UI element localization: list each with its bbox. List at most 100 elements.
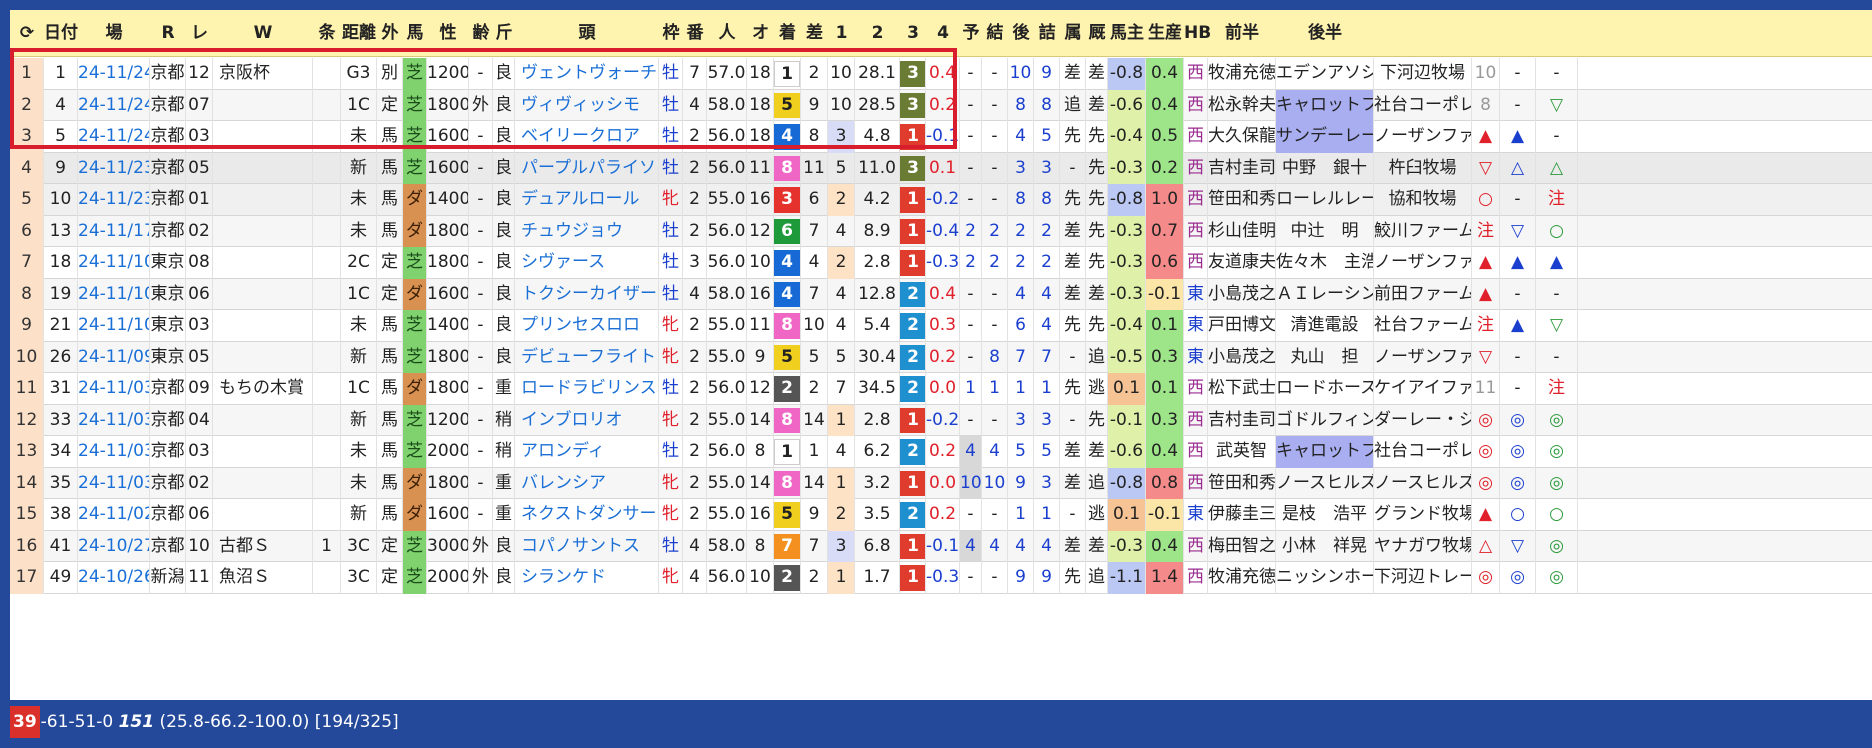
header-sa[interactable]: 4 <box>926 10 960 57</box>
cell-owner: キャロットフ <box>1276 436 1374 468</box>
cell-horse[interactable]: コパノサントス <box>515 530 659 562</box>
header-pop[interactable]: 1 <box>828 10 855 57</box>
waku-badge: 4 <box>774 124 800 150</box>
table-row[interactable]: 13 34 24-11/03 京都 03 未馬芝 2000- 稍アロンディ牡 2 56.0 8 1 1 4… <box>10 436 1872 468</box>
cell-chaku: 1 <box>900 467 926 499</box>
cell-date[interactable]: 24-11/03 <box>78 436 150 468</box>
cell-date[interactable]: 24-11/02 <box>78 499 150 531</box>
cell-race: もちの木賞 <box>213 373 313 405</box>
table-row[interactable]: 5 10 24-11/23 京都 01 未馬ダ 1400- 良デュアルロール牝 2 55.0 16 3… <box>10 184 1872 216</box>
table-row[interactable]: 8 19 24-11/10 東京 06 1C 定ダ 1600- 良トクシーカイザー牡 4 58.0 1… <box>10 278 1872 310</box>
cell-horse[interactable]: ベイリークロア <box>515 121 659 153</box>
cell-date[interactable]: 24-11/10 <box>78 278 150 310</box>
cell-horse[interactable]: シヴァース <box>515 247 659 279</box>
cell-horse[interactable]: チュウジョウ <box>515 215 659 247</box>
header-owner[interactable]: 後半 <box>1276 10 1374 57</box>
table-row[interactable]: 7 18 24-11/10 東京 08 2C 定芝 1800- 良シヴァース牡 3 56.0 10 4 4… <box>10 247 1872 279</box>
header-kin[interactable]: 人 <box>707 10 747 57</box>
cell-horse[interactable]: パープルパライソ <box>515 152 659 184</box>
table-row[interactable]: 10 26 24-11/09 東京 05 新馬芝 1800- 良デビューフライト牝 2 55.0 9… <box>10 341 1872 373</box>
header-zoku[interactable]: HB <box>1184 10 1211 57</box>
header-tsume[interactable]: 生産 <box>1146 10 1184 57</box>
cell-date[interactable]: 24-11/24 <box>78 58 150 90</box>
table-row[interactable]: 12 33 24-11/03 京都 04 新馬芝 1200- 稍インブロリオ牝 2 55.0 14 8… <box>10 404 1872 436</box>
header-going[interactable]: 斤量 <box>493 10 515 90</box>
cell-horse[interactable]: ネクストダンサー <box>515 499 659 531</box>
header-p2[interactable]: 結 <box>982 10 1008 57</box>
table-row[interactable]: 17 49 24-10/26 新潟 11 魚沼Ｓ 3C 定芝 2000 外良シランケド牝 4 56.0… <box>10 562 1872 594</box>
header-atosa[interactable]: 馬主 <box>1108 10 1146 57</box>
cell-date[interactable]: 24-11/24 <box>78 89 150 121</box>
header-stable[interactable]: 前半 <box>1208 10 1276 57</box>
table-row[interactable]: 14 35 24-11/03 京都 02 未馬ダ 1800- 重バレンシア牝 2 55.0 14 8 1… <box>10 467 1872 499</box>
cell-horse[interactable]: インブロリオ <box>515 404 659 436</box>
header-age[interactable]: 番 <box>683 10 707 57</box>
cell-date[interactable]: 24-10/27 <box>78 530 150 562</box>
cell-date[interactable]: 24-11/23 <box>78 152 150 184</box>
table-row[interactable]: 16 41 24-10/27 京都 10 古都Ｓ 1 3C 定芝 3000 外良コパノサントス牡 4 5… <box>10 530 1872 562</box>
table-row[interactable]: 9 21 24-11/10 東京 03 未馬芝 1400- 良プリンセスロロ牝 2 55.0 11 8… <box>10 310 1872 342</box>
header-race[interactable]: W <box>213 10 313 57</box>
cell-horse[interactable]: ヴィヴィッシモ <box>515 89 659 121</box>
cell-horse[interactable]: アロンディ <box>515 436 659 468</box>
cell-date[interactable]: 24-11/03 <box>78 467 150 499</box>
cell-horse[interactable]: シランケド <box>515 562 659 594</box>
cell-surf: ダ <box>403 499 427 531</box>
cell-horse[interactable]: ロードラビリンス <box>515 373 659 405</box>
header-grade[interactable]: 距離 <box>341 10 377 57</box>
cell-horse[interactable]: プリンセスロロ <box>515 310 659 342</box>
cell-cond: 定 <box>377 247 403 279</box>
header-ban[interactable]: 差 <box>801 10 828 57</box>
table-row[interactable]: 3 5 24-11/24 京都 03 未馬芝 1600- 良ベイリークロア牡 2 56.0 18 4 8… <box>10 121 1872 153</box>
table-row[interactable]: 1 1 24-11/24 京都 12 京阪杯 G3 別芝 1200- 良ヴェントヴォーチェ牡 7 57… <box>10 58 1872 90</box>
cell-date[interactable]: 24-11/03 <box>78 373 150 405</box>
cell-date[interactable]: 24-10/26 <box>78 562 150 594</box>
table-row[interactable]: 15 38 24-11/02 京都 06 新馬ダ 1600- 重ネクストダンサー牝 2 55.0 1… <box>10 499 1872 531</box>
header-cond[interactable]: 外 <box>377 10 403 57</box>
header-dist[interactable]: 性 <box>427 10 469 57</box>
header-p1[interactable]: 予 <box>960 10 982 57</box>
cell-date[interactable]: 24-11/03 <box>78 404 150 436</box>
cell-pop: 3 <box>828 121 855 153</box>
cell-age: 2 <box>683 467 707 499</box>
cell-r: 03 <box>186 310 213 342</box>
header-horse[interactable]: 頭 <box>515 10 659 57</box>
cell-pop: 4 <box>828 436 855 468</box>
table-row[interactable]: 6 13 24-11/17 京都 02 未馬ダ 1800- 良チュウジョウ牡 2 56.0 12 6 7… <box>10 215 1872 247</box>
header-out[interactable]: 齢 <box>469 10 493 57</box>
cell-no: 35 <box>44 467 78 499</box>
table-row[interactable]: 2 4 24-11/24 京都 07 1C 定芝 1800 外良ヴィヴィッシモ牡 4 58.0 18 5… <box>10 89 1872 121</box>
header-yo[interactable]: 属 <box>1060 10 1086 57</box>
cell-date[interactable]: 24-11/09 <box>78 341 150 373</box>
header-ke[interactable]: 厩舎 <box>1086 10 1108 90</box>
cell-horse[interactable]: デュアルロール <box>515 184 659 216</box>
header-p3[interactable]: 後差 <box>1008 10 1034 90</box>
cell-horse[interactable]: デビューフライト <box>515 341 659 373</box>
header-w[interactable]: 条件 <box>313 10 341 90</box>
header-chaku[interactable]: 3 <box>900 10 926 57</box>
header-heads[interactable]: オッズ <box>747 10 774 137</box>
header-no[interactable]: 日付 <box>44 10 78 57</box>
header-sex[interactable]: 枠 <box>659 10 683 57</box>
header-odds[interactable]: 2 <box>855 10 900 57</box>
table-row[interactable]: 4 9 24-11/23 京都 05 新馬芝 1600- 良パープルパライソ牡 2 56.0 11 8… <box>10 152 1872 184</box>
table-row[interactable]: 11 31 24-11/03 京都 09 もちの木賞 1C 馬ダ 1800- 重ロードラビリンス牡… <box>10 373 1872 405</box>
header-date[interactable]: 場 <box>78 10 150 57</box>
cell-horse[interactable]: トクシーカイザー <box>515 278 659 310</box>
cell-kin: 58.0 <box>707 89 747 121</box>
cell-date[interactable]: 24-11/17 <box>78 215 150 247</box>
header-place[interactable]: R <box>150 10 186 57</box>
header-r[interactable]: レース名 <box>186 10 213 184</box>
cell-date[interactable]: 24-11/10 <box>78 310 150 342</box>
header-p4[interactable]: 詰脚 <box>1034 10 1060 90</box>
cell-horse[interactable]: ヴェントヴォーチェ <box>515 58 659 90</box>
cell-date[interactable]: 24-11/10 <box>78 247 150 279</box>
cell-horse[interactable]: バレンシア <box>515 467 659 499</box>
header-surf[interactable]: 馬名 <box>403 10 427 90</box>
cell-p1: 4 <box>960 436 982 468</box>
cell-date[interactable]: 24-11/24 <box>78 121 150 153</box>
refresh-button[interactable]: ⟳ <box>10 10 44 57</box>
cell-date[interactable]: 24-11/23 <box>78 184 150 216</box>
header-waku[interactable]: 着 <box>774 10 801 57</box>
cell-p1: - <box>960 341 982 373</box>
